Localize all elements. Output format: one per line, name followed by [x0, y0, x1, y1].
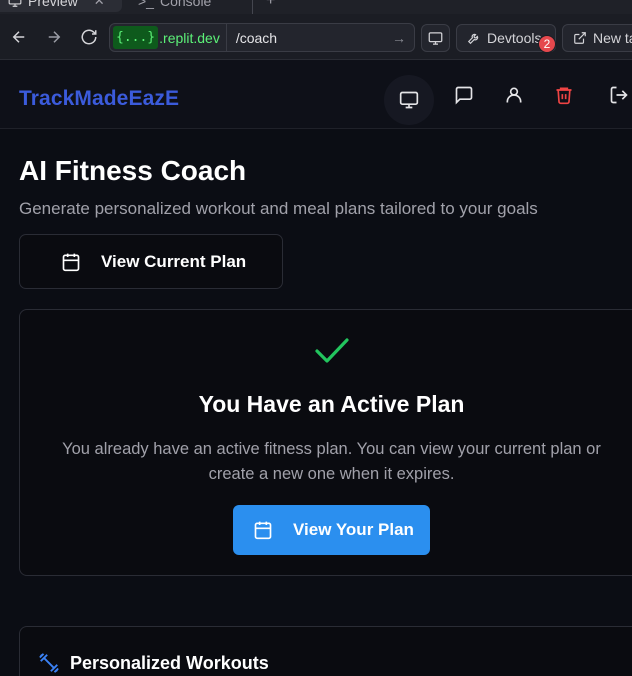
- refresh-icon: [81, 29, 97, 45]
- arrow-left-icon: [12, 31, 25, 43]
- tab-label: Console: [159, 0, 212, 9]
- url-bar[interactable]: {...} .replit.dev /coach →: [109, 23, 415, 52]
- tab-console[interactable]: >_ Console: [138, 0, 211, 12]
- terminal-icon: >_: [138, 0, 154, 9]
- monitor-icon: [428, 31, 443, 45]
- go-arrow-icon[interactable]: →: [392, 30, 406, 46]
- logout-button[interactable]: [604, 80, 632, 110]
- external-link-icon: [574, 32, 586, 44]
- nav-chat-button[interactable]: [449, 80, 479, 110]
- new-tab-button[interactable]: +: [266, 0, 275, 12]
- brand-logo[interactable]: TrackMadeEazE: [19, 87, 179, 111]
- check-icon: [314, 336, 350, 371]
- calendar-icon: [61, 252, 81, 272]
- notification-badge: 2: [538, 35, 556, 53]
- browser-toolbar: {...} .replit.dev /coach → Devtools 2 Ne…: [0, 14, 632, 60]
- button-label: View Your Plan: [293, 520, 414, 539]
- tab-divider: [252, 0, 253, 14]
- trash-icon: [556, 87, 572, 105]
- new-tab-link-button[interactable]: New ta: [562, 24, 632, 52]
- back-button[interactable]: [8, 26, 30, 48]
- app-header: TrackMadeEazE: [0, 60, 632, 129]
- view-your-plan-button[interactable]: View Your Plan: [233, 505, 430, 555]
- new-tab-label: New ta: [593, 30, 632, 46]
- url-chip: {...}: [113, 26, 159, 49]
- section-heading: Personalized Workouts: [38, 652, 269, 674]
- user-icon: [506, 87, 522, 103]
- page-title: AI Fitness Coach: [19, 155, 247, 186]
- screen-button[interactable]: [421, 24, 450, 52]
- view-current-plan-button[interactable]: View Current Plan: [19, 234, 283, 289]
- nav-profile-button[interactable]: [499, 80, 529, 110]
- section-title: Personalized Workouts: [70, 652, 269, 673]
- forward-button[interactable]: [43, 26, 65, 48]
- arrow-right-icon: [48, 31, 61, 43]
- calendar-icon: [253, 520, 273, 540]
- reload-button[interactable]: [78, 26, 100, 48]
- active-plan-title: You Have an Active Plan: [198, 391, 465, 417]
- logout-icon: [610, 86, 628, 104]
- tab-label: Preview: [28, 0, 78, 9]
- url-path[interactable]: /coach: [236, 30, 392, 46]
- chat-icon: [455, 86, 473, 105]
- tab-preview[interactable]: Preview ✕: [0, 0, 122, 12]
- devtools-label: Devtools: [487, 30, 542, 46]
- monitor-icon: [399, 91, 419, 109]
- button-label: View Current Plan: [101, 251, 247, 271]
- url-domain: .replit.dev: [159, 29, 220, 46]
- delete-button[interactable]: [549, 80, 579, 110]
- active-plan-description: You already have an active fitness plan.…: [62, 440, 601, 483]
- nav-dashboard-button[interactable]: [384, 75, 434, 125]
- monitor-icon: [8, 0, 22, 7]
- close-icon[interactable]: ✕: [94, 0, 105, 9]
- page-subtitle: Generate personalized workout and meal p…: [19, 199, 538, 218]
- url-divider: [225, 23, 227, 52]
- wrench-icon: [467, 33, 479, 45]
- dumbbell-icon: [38, 652, 60, 674]
- browser-tabstrip: Preview ✕ >_ Console +: [0, 0, 632, 14]
